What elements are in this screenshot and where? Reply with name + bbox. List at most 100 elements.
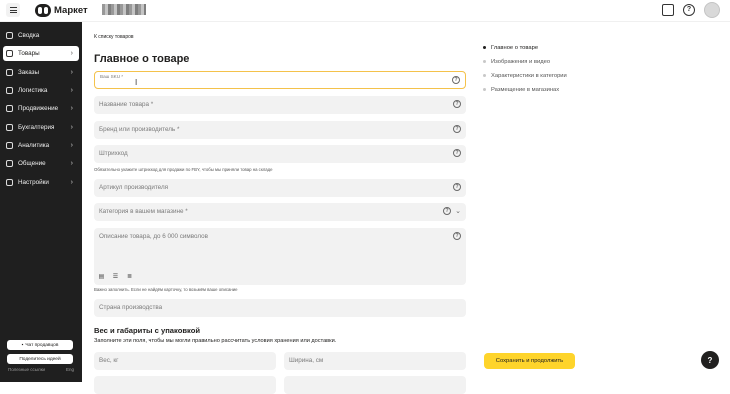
help-fab-icon[interactable]: ?	[701, 351, 719, 369]
seller-chat-label: Чат продавцов	[25, 342, 59, 348]
category-select[interactable]: Категория в вашем магазине * ? ⌄	[94, 203, 466, 221]
language-switch[interactable]: Eng	[66, 367, 74, 372]
numbered-list-icon[interactable]: ≣	[126, 274, 133, 281]
logo-text: Маркет	[54, 5, 88, 16]
sidebar-item-orders[interactable]: Заказы ›	[3, 65, 79, 80]
width-field[interactable]: Ширина, см	[284, 352, 466, 370]
length-field[interactable]	[94, 376, 276, 394]
weight-placeholder: Вес, кг	[99, 357, 119, 364]
category-placeholder: Категория в вашем магазине *	[99, 208, 188, 215]
vendor-code-placeholder: Артикул производителя	[99, 184, 169, 191]
top-icons: ?	[662, 2, 720, 18]
anchor-main-info[interactable]: Главное о товаре	[483, 45, 623, 51]
cart-icon	[6, 69, 13, 76]
width-placeholder: Ширина, см	[289, 357, 324, 364]
product-name-field[interactable]: Название товара * ?	[94, 96, 466, 114]
sidebar-item-label: Бухгалтерия	[18, 124, 55, 131]
dot-icon	[483, 87, 486, 91]
menu-icon[interactable]	[6, 3, 20, 17]
anchor-label: Главное о товаре	[491, 45, 539, 51]
help-icon[interactable]: ?	[453, 149, 461, 157]
text-cursor-icon: I	[135, 78, 138, 87]
sidebar-item-products[interactable]: Товары ›	[3, 46, 79, 61]
sidebar-item-label: Логистика	[18, 87, 48, 94]
anchor-label: Изображения и видео	[491, 59, 551, 65]
help-icon[interactable]: ?	[443, 207, 451, 215]
seller-chat-button[interactable]: ▪ Чат продавцов	[7, 340, 73, 350]
sidebar-footer: Полезные ссылки Eng	[8, 367, 74, 372]
logo[interactable]: Маркет	[35, 4, 88, 17]
chevron-right-icon: ›	[70, 179, 73, 186]
sidebar-item-summary[interactable]: Сводка	[3, 28, 79, 43]
shop-switcher[interactable]	[102, 4, 146, 15]
sidebar-item-label: Заказы	[18, 69, 40, 76]
sidebar-item-analytics[interactable]: Аналитика ›	[3, 138, 79, 153]
help-icon[interactable]: ?	[683, 4, 695, 16]
help-icon[interactable]: ?	[453, 232, 461, 240]
sku-label: Ваш SKU *	[100, 74, 124, 79]
chevron-right-icon: ›	[70, 105, 73, 112]
dot-icon	[483, 73, 486, 77]
description-hint: Важно заполнить. Если не найдём карточку…	[94, 287, 238, 292]
country-placeholder: Страна производства	[99, 304, 163, 311]
help-icon[interactable]: ?	[452, 76, 460, 84]
summary-icon	[6, 32, 13, 39]
sidebar-item-label: Общение	[18, 160, 46, 167]
height-field[interactable]	[284, 376, 466, 394]
box-icon	[6, 50, 13, 57]
anchor-characteristics[interactable]: Характеристики в категории	[483, 73, 623, 79]
ruble-icon	[6, 124, 13, 131]
page-title: Главное о товаре	[94, 53, 190, 65]
sidebar-item-label: Сводка	[18, 32, 40, 39]
sidebar-item-label: Товары	[18, 50, 40, 57]
sku-field[interactable]: Ваш SKU * ?	[94, 71, 466, 89]
anchor-placement[interactable]: Размещение в магазинах	[483, 87, 623, 93]
sidebar-item-label: Настройки	[18, 179, 49, 186]
description-placeholder: Описание товара, до 6 000 символов	[99, 233, 208, 240]
barcode-placeholder: Штрихкод	[99, 150, 128, 157]
sidebar: Сводка Товары › Заказы › Логистика › Про…	[0, 22, 82, 382]
help-icon[interactable]: ?	[453, 100, 461, 108]
description-textarea[interactable]: Описание товара, до 6 000 символов ? ▤ ☰…	[94, 228, 466, 285]
chevron-down-icon[interactable]: ⌄	[455, 207, 461, 215]
barcode-hint: Обязательно укажите штрихкод для продажи…	[94, 167, 273, 172]
help-icon[interactable]: ?	[453, 183, 461, 191]
bulleted-list-icon[interactable]: ☰	[112, 274, 119, 281]
chevron-right-icon: ›	[70, 124, 73, 131]
anchor-images[interactable]: Изображения и видео	[483, 59, 623, 65]
weight-field[interactable]: Вес, кг	[94, 352, 276, 370]
chevron-right-icon: ›	[70, 69, 73, 76]
help-icon[interactable]: ?	[453, 125, 461, 133]
chevron-right-icon: ›	[70, 160, 73, 167]
country-field[interactable]: Страна производства	[94, 299, 466, 317]
chevron-right-icon: ›	[70, 87, 73, 94]
anchor-label: Характеристики в категории	[491, 73, 567, 79]
promo-icon	[6, 105, 13, 112]
chart-icon	[6, 142, 13, 149]
chevron-right-icon: ›	[70, 50, 73, 57]
sidebar-item-label: Продвижение	[18, 105, 59, 112]
sidebar-item-communication[interactable]: Общение ›	[3, 156, 79, 171]
share-idea-button[interactable]: Поделитесь идеей	[7, 354, 73, 364]
notifications-icon[interactable]	[662, 4, 674, 16]
chevron-right-icon: ›	[70, 142, 73, 149]
sidebar-item-accounting[interactable]: Бухгалтерия ›	[3, 120, 79, 135]
format-text-icon[interactable]: ▤	[98, 274, 105, 281]
product-name-placeholder: Название товара *	[99, 101, 154, 108]
sidebar-item-promotion[interactable]: Продвижение ›	[3, 101, 79, 116]
avatar[interactable]	[704, 2, 720, 18]
share-idea-label: Поделитесь идеей	[19, 356, 61, 362]
top-bar: Маркет ?	[0, 0, 730, 22]
back-to-products-link[interactable]: К списку товаров	[94, 34, 134, 40]
sidebar-item-logistics[interactable]: Логистика ›	[3, 83, 79, 98]
save-and-continue-button[interactable]: Сохранить и продолжить	[484, 353, 575, 369]
brand-field[interactable]: Бренд или производитель * ?	[94, 121, 466, 139]
logo-mark-icon	[35, 4, 51, 17]
barcode-field[interactable]: Штрихкод ?	[94, 145, 466, 163]
current-dot-icon	[483, 45, 486, 49]
vendor-code-field[interactable]: Артикул производителя ?	[94, 179, 466, 197]
sidebar-item-settings[interactable]: Настройки ›	[3, 175, 79, 190]
anchor-label: Размещение в магазинах	[491, 87, 560, 93]
useful-links[interactable]: Полезные ссылки	[8, 367, 45, 372]
gear-icon	[6, 179, 13, 186]
